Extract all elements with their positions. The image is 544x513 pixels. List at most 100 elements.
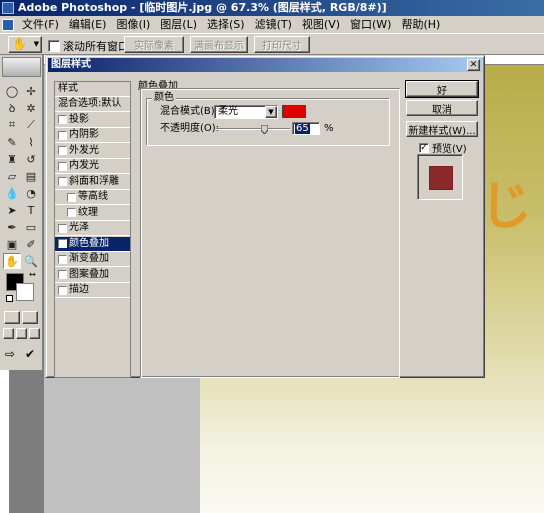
gradient-tool-icon[interactable]: ▤ xyxy=(22,168,40,184)
style-list-item-label: 纹理 xyxy=(78,206,98,218)
actual-pixels-button[interactable]: 实际像素 xyxy=(124,36,184,53)
ok-button[interactable]: 好 xyxy=(405,80,479,98)
opacity-input[interactable]: 65 xyxy=(292,122,320,135)
style-checkbox[interactable] xyxy=(67,208,76,217)
standard-mode-icon[interactable] xyxy=(4,311,20,324)
scroll-all-windows-checkbox[interactable] xyxy=(48,40,60,52)
preview-option[interactable]: ✓ 预览(V) xyxy=(419,140,467,155)
style-list-item-label: 投影 xyxy=(69,113,89,125)
brush-tool-icon[interactable]: ⌇ xyxy=(22,134,40,150)
left-ruler xyxy=(0,370,10,513)
full-screen-menu-mode-icon[interactable] xyxy=(16,328,27,339)
opacity-label: 不透明度(O): xyxy=(160,123,220,134)
menu-file[interactable]: 文件(F) xyxy=(17,16,64,33)
style-list: 样式 混合选项:默认 投影内阴影 外发光 内发光斜面和浮雕等高线 纹理光泽 ✓ 颜色叠加 渐变… xyxy=(54,81,131,378)
pen-tool-icon[interactable]: ✒ xyxy=(3,219,21,235)
cancel-button[interactable]: 取消 xyxy=(406,100,478,116)
scroll-all-windows-option[interactable]: 滚动所有窗口 xyxy=(48,38,129,54)
healing-brush-tool-icon[interactable]: ✎ xyxy=(3,134,21,150)
style-list-item[interactable]: 混合选项:默认 xyxy=(55,97,130,112)
document-menu-icon[interactable] xyxy=(2,18,14,31)
zoom-tool-icon[interactable]: 🔍 xyxy=(22,253,40,269)
preview-checkbox[interactable]: ✓ xyxy=(419,142,429,153)
close-icon[interactable]: ✕ xyxy=(467,59,480,71)
shape-tool-icon[interactable]: ▭ xyxy=(22,219,40,235)
percent-sign: % xyxy=(324,123,334,134)
background-color-swatch[interactable] xyxy=(16,283,34,301)
imageready-check-icon[interactable]: ✔ xyxy=(25,347,35,361)
lasso-tool-icon[interactable]: ꝺ xyxy=(3,100,21,116)
menu-edit[interactable]: 编辑(E) xyxy=(64,16,112,33)
swap-colors-icon[interactable]: ↔ xyxy=(29,270,36,279)
style-list-item[interactable]: 内阴影 xyxy=(55,128,130,143)
style-checkbox[interactable] xyxy=(58,146,67,155)
history-brush-tool-icon[interactable]: ↺ xyxy=(22,151,40,167)
overlay-color-swatch[interactable] xyxy=(282,105,306,118)
chevron-down-icon: ▼ xyxy=(33,40,39,48)
menu-filter[interactable]: 滤镜(T) xyxy=(250,16,297,33)
marquee-tool-icon[interactable]: ◯ xyxy=(3,83,21,99)
style-checkbox[interactable] xyxy=(58,130,67,140)
eraser-tool-icon[interactable]: ▱ xyxy=(3,168,21,184)
opacity-slider-track[interactable] xyxy=(216,128,290,130)
blend-mode-select[interactable]: 柔光 ▼ xyxy=(214,105,278,119)
standard-screen-mode-icon[interactable] xyxy=(3,328,14,339)
dodge-tool-icon[interactable]: ◔ xyxy=(22,185,40,201)
style-checkbox[interactable] xyxy=(67,192,76,202)
menu-layer[interactable]: 图层(L) xyxy=(155,16,202,33)
default-colors-icon[interactable] xyxy=(6,295,13,302)
style-checkbox[interactable] xyxy=(58,270,67,279)
style-list-item[interactable]: 斜面和浮雕 xyxy=(55,175,130,190)
full-screen-mode-icon[interactable] xyxy=(29,328,40,339)
menu-image[interactable]: 图像(I) xyxy=(111,16,155,33)
style-list-item[interactable]: 等高线 xyxy=(55,190,130,205)
type-tool-icon[interactable]: T xyxy=(22,202,40,218)
menu-help[interactable]: 帮助(H) xyxy=(396,16,445,33)
dialog-title-bar: 图层样式 ✕ xyxy=(48,58,482,72)
style-list-item-label: 斜面和浮雕 xyxy=(69,175,119,187)
menu-view[interactable]: 视图(V) xyxy=(297,16,345,33)
menu-select[interactable]: 选择(S) xyxy=(202,16,250,33)
style-list-item[interactable]: 渐变叠加 xyxy=(55,252,130,267)
style-checkbox[interactable] xyxy=(58,254,67,264)
chevron-down-icon[interactable]: ▼ xyxy=(265,106,277,118)
jump-to-imageready-icon[interactable]: ⇨ xyxy=(5,347,15,361)
crop-tool-icon[interactable]: ⌗ xyxy=(3,117,21,133)
style-list-item[interactable]: 纹理 xyxy=(55,206,130,221)
new-style-button[interactable]: 新建样式(W)... xyxy=(406,121,478,137)
style-list-item-label: 内发光 xyxy=(69,160,99,171)
opacity-slider-thumb[interactable] xyxy=(260,124,269,135)
blend-mode-label: 混合模式(B): xyxy=(160,106,219,117)
blur-tool-icon[interactable]: 💧 xyxy=(3,185,21,201)
style-list-item[interactable]: 描边 xyxy=(55,283,130,298)
notes-tool-icon[interactable]: ▣ xyxy=(3,236,21,252)
style-checkbox[interactable] xyxy=(58,115,67,124)
menu-window[interactable]: 窗口(W) xyxy=(345,16,396,33)
quick-mask-mode-icon[interactable] xyxy=(22,311,38,324)
style-list-item[interactable]: 图案叠加 xyxy=(55,268,130,283)
path-selection-tool-icon[interactable]: ➤ xyxy=(3,202,21,218)
style-list-header[interactable]: 样式 xyxy=(55,82,130,97)
print-size-button[interactable]: 打印尺寸 xyxy=(254,36,310,53)
style-list-item[interactable]: 投影 xyxy=(55,113,130,128)
clone-stamp-tool-icon[interactable]: ♜ xyxy=(3,151,21,167)
options-bar: ✋ ▼ 滚动所有窗口 实际像素 满画布显示 打印尺寸 xyxy=(0,33,544,55)
magic-wand-tool-icon[interactable]: ✲ xyxy=(22,100,40,116)
fit-on-screen-button[interactable]: 满画布显示 xyxy=(190,36,248,53)
style-checkbox[interactable] xyxy=(58,161,67,171)
style-list-item[interactable]: 外发光 xyxy=(55,144,130,159)
style-checkbox[interactable]: ✓ xyxy=(58,239,67,248)
photoshop-app-icon xyxy=(2,2,14,14)
move-tool-icon[interactable]: ✢ xyxy=(22,83,40,99)
eyedropper-tool-icon[interactable]: ✐ xyxy=(22,236,40,252)
hand-tool-icon[interactable]: ✋ xyxy=(3,253,21,269)
tool-preset-picker[interactable]: ✋ ▼ xyxy=(8,36,42,53)
style-checkbox[interactable] xyxy=(58,177,67,186)
slice-tool-icon[interactable]: ⟋ xyxy=(22,117,40,133)
color-group-title: 颜色 xyxy=(152,92,176,103)
style-checkbox[interactable] xyxy=(58,223,67,233)
style-checkbox[interactable] xyxy=(58,285,67,295)
style-list-item[interactable]: ✓ 颜色叠加 xyxy=(55,236,130,252)
style-list-item[interactable]: 光泽 xyxy=(55,221,130,236)
style-list-item[interactable]: 内发光 xyxy=(55,159,130,174)
